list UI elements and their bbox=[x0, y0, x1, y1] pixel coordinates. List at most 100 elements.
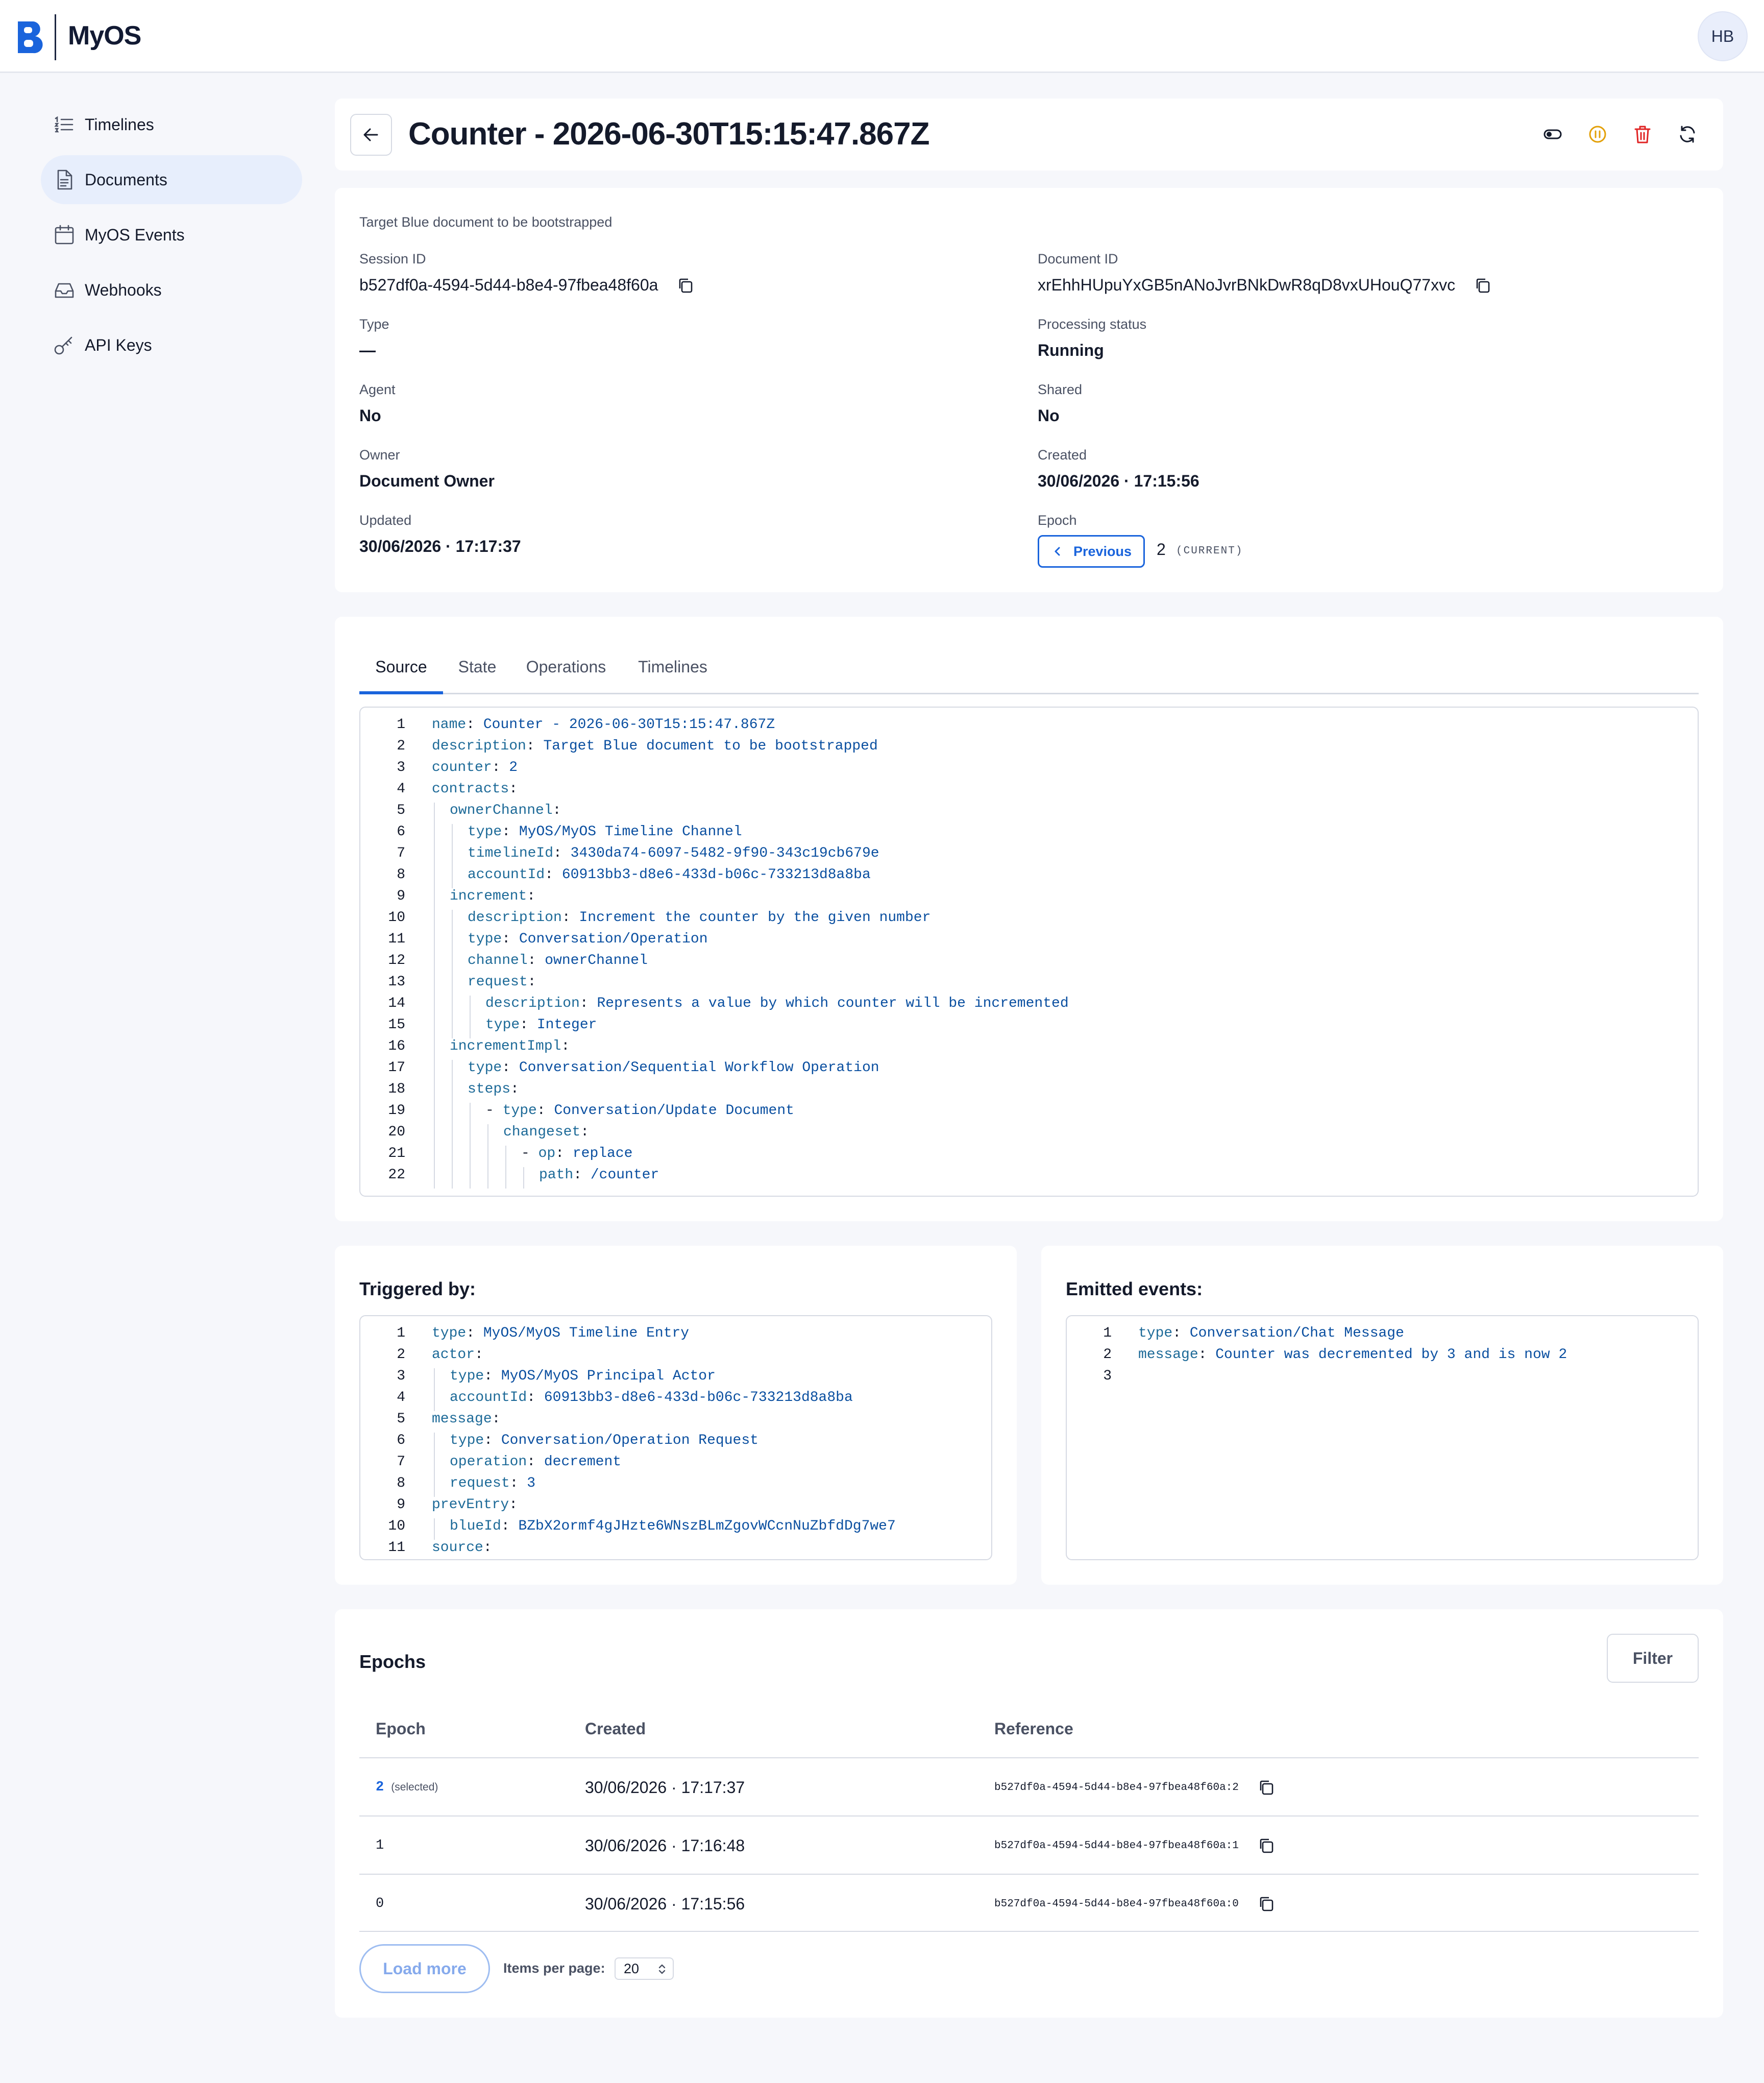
code-text: contracts: bbox=[432, 781, 518, 797]
code-line: 3 counter: 2 bbox=[360, 760, 1698, 781]
code-text: incrementImpl: bbox=[450, 1038, 570, 1054]
yaml-key: counter bbox=[432, 760, 492, 776]
yaml-key: source bbox=[432, 1540, 483, 1556]
code-line: 2 description: Target Blue document to be… bbox=[360, 738, 1698, 760]
indent-guide bbox=[434, 888, 435, 910]
table-row[interactable]: 1 30/06/2026 · 17:16:48 b527df0a-4594-5d… bbox=[359, 1815, 1699, 1874]
indent-guide bbox=[452, 910, 453, 931]
line-number: 14 bbox=[388, 996, 405, 1011]
pause-button[interactable] bbox=[1586, 123, 1609, 146]
items-per-page-label: Items per page: bbox=[503, 1960, 605, 1976]
type-label: Type bbox=[359, 317, 389, 332]
code-text: prevEntry: bbox=[432, 1497, 518, 1513]
table-row[interactable]: 0 30/06/2026 · 17:15:56 b527df0a-4594-5d… bbox=[359, 1874, 1699, 1932]
sidebar-item-webhooks[interactable]: Webhooks bbox=[41, 265, 302, 314]
triggered-by-code-viewer[interactable]: 1 type: MyOS/MyOS Timeline Entry 2 actor: 3 t… bbox=[359, 1315, 992, 1560]
yaml-key: description bbox=[432, 738, 526, 754]
sidebar-item-timelines[interactable]: Timelines bbox=[41, 100, 302, 149]
yaml-key: path bbox=[539, 1167, 574, 1183]
indent-guide bbox=[523, 1167, 524, 1189]
yaml-value: MyOS/MyOS Principal Actor bbox=[501, 1368, 716, 1384]
updated-value: 30/06/2026 · 17:17:37 bbox=[359, 537, 521, 555]
myos-logo-icon[interactable] bbox=[15, 18, 44, 55]
code-text: source: bbox=[432, 1540, 492, 1556]
indent-guide bbox=[434, 1368, 435, 1390]
code-text: - op: replace bbox=[521, 1146, 633, 1161]
line-number: 16 bbox=[388, 1038, 405, 1054]
tab-state[interactable]: State bbox=[450, 653, 504, 694]
previous-epoch-button[interactable]: Previous bbox=[1038, 535, 1145, 568]
sidebar-item-documents[interactable]: Documents bbox=[41, 155, 302, 204]
line-number: 2 bbox=[1103, 1347, 1112, 1363]
sidebar-item-api-keys[interactable]: API Keys bbox=[41, 321, 302, 370]
yaml-key: type bbox=[502, 1103, 537, 1119]
yaml-value: MyOS/MyOS Timeline Entry bbox=[483, 1325, 690, 1341]
tab-operations[interactable]: Operations bbox=[518, 653, 615, 694]
source-code-viewer[interactable]: 1 name: Counter - 2026-06-30T15:15:47.867… bbox=[359, 707, 1699, 1197]
indent-guide bbox=[434, 1103, 435, 1124]
toggle-button[interactable] bbox=[1541, 123, 1564, 146]
owner-value: Document Owner bbox=[359, 472, 495, 490]
document-id-value: xrEhhHUpuYxGB5nANoJvrBNkDwR8qD8vxUHouQ77… bbox=[1038, 276, 1492, 295]
user-avatar[interactable]: HB bbox=[1698, 11, 1748, 61]
code-text: timelineId: 3430da74-6097-5482-9f90-343c… bbox=[468, 845, 879, 861]
load-more-button[interactable]: Load more bbox=[359, 1944, 490, 1993]
line-number: 3 bbox=[397, 1368, 405, 1384]
copy-session-id-button[interactable] bbox=[676, 276, 695, 295]
previous-label: Previous bbox=[1073, 543, 1132, 559]
document-description: Target Blue document to be bootstrapped bbox=[359, 214, 612, 230]
epoch-text[interactable]: 1 bbox=[376, 1838, 384, 1853]
yaml-key: timelineId bbox=[468, 845, 554, 861]
tab-source[interactable]: Source bbox=[359, 653, 443, 694]
chevron-left-icon bbox=[1055, 547, 1060, 556]
code-line: 5 ownerChannel: bbox=[360, 803, 1698, 824]
line-number: 3 bbox=[1103, 1368, 1112, 1384]
code-text: type: Conversation/Chat Message bbox=[1138, 1325, 1404, 1341]
indent-guide bbox=[452, 1060, 453, 1081]
yaml-value: Conversation/Update Document bbox=[554, 1103, 794, 1119]
shared-value: No bbox=[1038, 406, 1060, 425]
copy-reference-button[interactable] bbox=[1257, 1836, 1276, 1855]
indent-guide bbox=[452, 1146, 453, 1167]
line-number: 2 bbox=[397, 738, 405, 754]
indent-guide bbox=[434, 1017, 435, 1038]
code-text: request: 3 bbox=[450, 1475, 536, 1491]
copy-document-id-button[interactable] bbox=[1474, 276, 1492, 295]
copy-reference-button[interactable] bbox=[1257, 1895, 1276, 1913]
epoch-text[interactable]: 0 bbox=[376, 1896, 384, 1911]
items-per-page-select[interactable]: 20 bbox=[615, 1957, 674, 1980]
table-row[interactable]: 2 (selected) 30/06/2026 · 17:17:37 b527d… bbox=[359, 1757, 1699, 1815]
created-cell: 30/06/2026 · 17:17:37 bbox=[585, 1778, 745, 1797]
document-info-card: Target Blue document to be bootstrapped … bbox=[335, 188, 1723, 592]
line-number: 21 bbox=[388, 1146, 405, 1161]
owner-label: Owner bbox=[359, 447, 400, 463]
top-bar: MyOS HB bbox=[0, 0, 1764, 73]
refresh-button[interactable] bbox=[1676, 123, 1699, 146]
sidebar-item-myos-events[interactable]: MyOS Events bbox=[41, 210, 302, 259]
reference-cell: b527df0a-4594-5d44-b8e4-97fbea48f60a:2 bbox=[994, 1758, 1276, 1816]
code-text: type: Integer bbox=[485, 1017, 597, 1033]
yaml-key: incrementImpl bbox=[450, 1038, 561, 1054]
code-text: type: MyOS/MyOS Principal Actor bbox=[450, 1368, 716, 1384]
tab-timelines[interactable]: Timelines bbox=[627, 653, 719, 694]
yaml-value: 60913bb3-d8e6-433d-b06c-733213d8a8ba bbox=[544, 1390, 853, 1406]
yaml-key: name bbox=[432, 717, 467, 733]
copy-icon bbox=[1260, 1838, 1273, 1853]
indent-guide bbox=[452, 867, 453, 888]
emitted-events-code-viewer[interactable]: 1 type: Conversation/Chat Message 2 message… bbox=[1066, 1315, 1699, 1560]
copy-reference-button[interactable] bbox=[1257, 1778, 1276, 1797]
filter-button[interactable]: Filter bbox=[1607, 1634, 1699, 1683]
indent-guide bbox=[434, 931, 435, 953]
delete-button[interactable] bbox=[1631, 123, 1654, 146]
code-line: 12 channel: ownerChannel bbox=[360, 953, 1698, 974]
code-line: 16 incrementImpl: bbox=[360, 1038, 1698, 1060]
back-button[interactable] bbox=[350, 114, 392, 156]
epoch-link[interactable]: 2 bbox=[376, 1780, 384, 1795]
yaml-value: Target Blue document to be bootstrapped bbox=[543, 738, 878, 754]
line-number: 11 bbox=[388, 931, 405, 947]
indent-guide bbox=[434, 1167, 435, 1189]
code-line: 22 path: /counter bbox=[360, 1167, 1698, 1189]
tab-bar: Source State Operations Timelines bbox=[359, 653, 1699, 694]
line-number: 17 bbox=[388, 1060, 405, 1076]
reference-text: b527df0a-4594-5d44-b8e4-97fbea48f60a:1 bbox=[994, 1839, 1239, 1852]
